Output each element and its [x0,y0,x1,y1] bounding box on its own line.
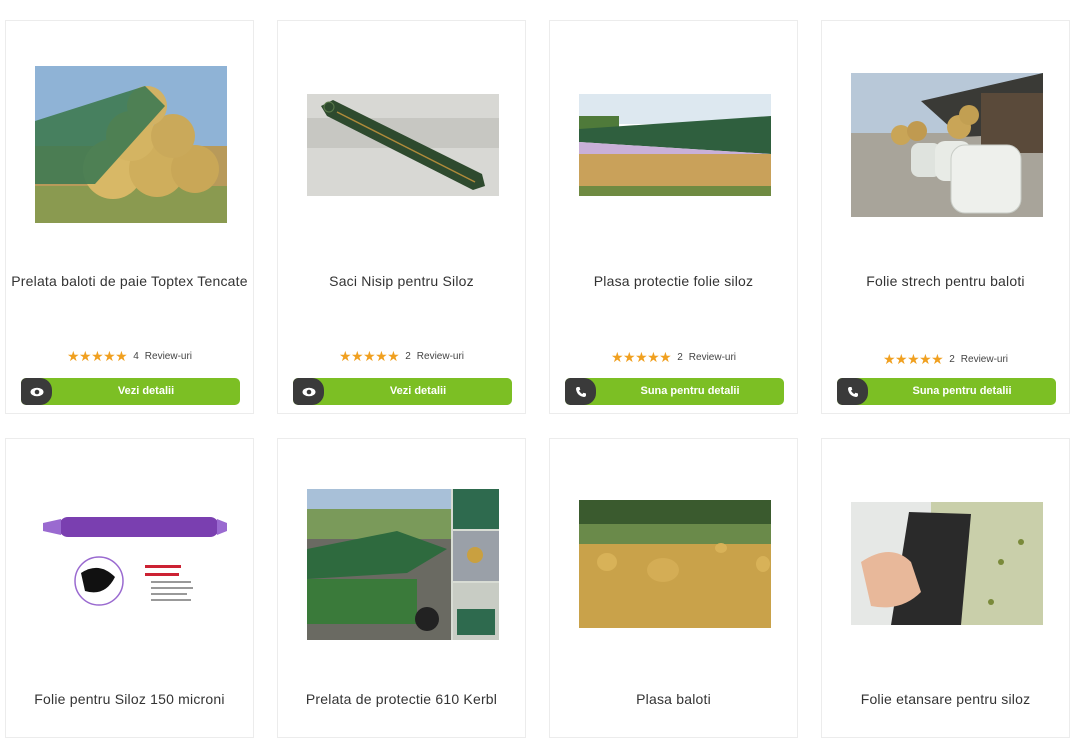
product-rating: ★★★★★ 2 Review-uri [278,348,525,365]
call-for-details-button[interactable]: Suna pentru detalii [837,378,1056,405]
product-title[interactable]: Folie pentru Siloz 150 microni [6,691,253,707]
view-details-button[interactable]: Vezi detalii [293,378,512,405]
product-title[interactable]: Prelata de protectie 610 Kerbl [278,691,525,707]
reviews-count: 2 [405,351,411,362]
product-card: Prelata de protectie 610 Kerbl [277,438,526,738]
button-label: Suna pentru detalii [912,385,1012,397]
product-title[interactable]: Plasa protectie folie siloz [550,273,797,289]
eye-icon [21,378,52,405]
reviews-label[interactable]: Review-uri [145,351,192,362]
product-image-bale-wrap[interactable] [851,73,1043,217]
product-image-sealing-foil[interactable] [851,502,1043,625]
star-rating-icon: ★★★★★ [610,349,672,365]
product-title[interactable]: Folie etansare pentru siloz [822,691,1069,707]
product-card: Plasa protectie folie siloz ★★★★★ 2 Revi… [549,20,798,414]
product-image-sand-bag[interactable] [307,94,499,196]
phone-icon [565,378,596,405]
product-image-silo-net[interactable] [579,94,771,196]
button-label: Suna pentru detalii [640,385,740,397]
button-label: Vezi detalii [117,385,175,397]
product-card: Folie strech pentru baloti ★★★★★ 2 Revie… [821,20,1070,414]
product-image-bale-tarp[interactable] [35,66,227,223]
star-rating-icon: ★★★★★ [66,348,128,364]
product-title[interactable]: Plasa baloti [550,691,797,707]
product-title[interactable]: Prelata baloti de paie Toptex Tencate [6,273,253,289]
product-image-silage-foil[interactable] [35,511,227,615]
reviews-label[interactable]: Review-uri [417,351,464,362]
star-rating-icon: ★★★★★ [882,351,944,367]
product-title[interactable]: Saci Nisip pentru Siloz [278,273,525,289]
eye-icon [293,378,324,405]
product-card: Saci Nisip pentru Siloz ★★★★★ 2 Review-u… [277,20,526,414]
call-for-details-button[interactable]: Suna pentru detalii [565,378,784,405]
view-details-button[interactable]: Vezi detalii [21,378,240,405]
reviews-count: 2 [949,354,955,365]
product-title[interactable]: Folie strech pentru baloti [822,273,1069,289]
product-rating: ★★★★★ 4 Review-uri [6,348,253,365]
product-card: Plasa baloti [549,438,798,738]
product-image-bale-net[interactable] [579,500,771,628]
reviews-label[interactable]: Review-uri [961,354,1008,365]
product-rating: ★★★★★ 2 Review-uri [550,349,797,366]
product-card: Folie pentru Siloz 150 microni [5,438,254,738]
star-rating-icon: ★★★★★ [338,348,400,364]
reviews-label[interactable]: Review-uri [689,352,736,363]
product-card: Folie etansare pentru siloz [821,438,1070,738]
phone-icon [837,378,868,405]
product-rating: ★★★★★ 2 Review-uri [822,351,1069,368]
button-label: Vezi detalii [389,385,447,397]
reviews-count: 4 [133,351,139,362]
product-image-trailer-tarp[interactable] [307,489,499,640]
product-card: Prelata baloti de paie Toptex Tencate ★★… [5,20,254,414]
reviews-count: 2 [677,352,683,363]
